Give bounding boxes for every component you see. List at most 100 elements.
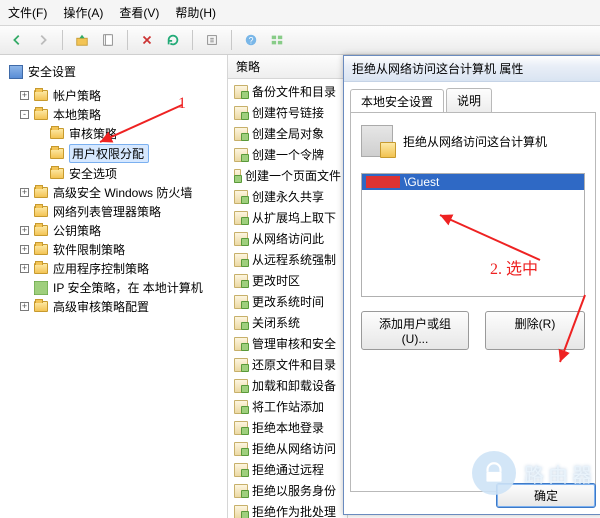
policy-item[interactable]: 创建符号链接 — [228, 102, 347, 123]
expand-icon[interactable]: + — [20, 264, 29, 273]
policy-item-label: 拒绝以服务身份 — [252, 482, 336, 499]
policy-item-label: 创建永久共享 — [252, 188, 324, 205]
users-listbox[interactable]: \Guest — [361, 173, 585, 297]
policy-item[interactable]: 拒绝作为批处理 — [228, 501, 347, 518]
policy-item[interactable]: 备份文件和目录 — [228, 81, 347, 102]
policy-item-label: 创建一个令牌 — [252, 146, 324, 163]
policy-item[interactable]: 管理审核和安全 — [228, 333, 347, 354]
policy-item-icon — [234, 190, 248, 204]
tree-node-pubkey[interactable]: + 公钥策略 — [18, 221, 225, 240]
tree-root[interactable]: 安全设置 — [2, 61, 225, 86]
dialog-heading: 拒绝从网络访问这台计算机 — [403, 133, 547, 150]
policy-item-label: 创建一个页面文件 — [245, 167, 341, 184]
policy-item-icon — [234, 253, 248, 267]
tree-label: 软件限制策略 — [53, 241, 125, 258]
folder-icon — [49, 146, 65, 162]
tree-node-account-policy[interactable]: + 帐户策略 — [18, 86, 225, 105]
policy-item[interactable]: 创建永久共享 — [228, 186, 347, 207]
folder-icon — [33, 299, 49, 315]
policy-item[interactable]: 更改系统时间 — [228, 291, 347, 312]
policy-item[interactable]: 拒绝本地登录 — [228, 417, 347, 438]
policy-item-label: 更改时区 — [252, 272, 300, 289]
toolbar-separator — [192, 30, 193, 50]
policy-item-label: 拒绝作为批处理 — [252, 503, 336, 518]
policy-item-label: 拒绝本地登录 — [252, 419, 324, 436]
policy-item[interactable]: 创建一个页面文件 — [228, 165, 347, 186]
tree-node-swrestrict[interactable]: + 软件限制策略 — [18, 240, 225, 259]
policy-item-label: 从扩展坞上取下 — [252, 209, 336, 226]
policy-item[interactable]: 拒绝通过远程 — [228, 459, 347, 480]
tree-node-firewall[interactable]: + 高级安全 Windows 防火墙 — [18, 183, 225, 202]
policy-item[interactable]: 从远程系统强制 — [228, 249, 347, 270]
watermark: 路由器 — [472, 451, 596, 495]
properties-dialog: 拒绝从网络访问这台计算机 属性 本地安全设置 说明 拒绝从网络访问这台计算机 \… — [343, 55, 600, 515]
properties-button[interactable] — [97, 29, 119, 51]
help-button[interactable]: ? — [240, 29, 262, 51]
tab-explain[interactable]: 说明 — [446, 88, 492, 112]
dialog-title: 拒绝从网络访问这台计算机 属性 — [352, 60, 523, 77]
export-button[interactable] — [201, 29, 223, 51]
folder-icon — [33, 204, 49, 220]
policy-item-icon — [234, 505, 248, 518]
policy-item-icon — [234, 400, 248, 414]
spacer — [36, 149, 45, 158]
menu-file[interactable]: 文件(F) — [8, 4, 47, 21]
tree-node-netlist[interactable]: 网络列表管理器策略 — [18, 202, 225, 221]
dialog-tabstrip: 本地安全设置 说明 — [344, 82, 600, 112]
remove-button[interactable]: 删除(R) — [485, 311, 585, 350]
policy-item[interactable]: 关闭系统 — [228, 312, 347, 333]
menu-view[interactable]: 查看(V) — [119, 4, 159, 21]
tree-node-audit-policy[interactable]: 审核策略 — [34, 124, 225, 143]
policy-item[interactable]: 从网络访问此 — [228, 228, 347, 249]
folder-icon — [33, 261, 49, 277]
expand-icon[interactable]: + — [20, 226, 29, 235]
dialog-tab-content: 拒绝从网络访问这台计算机 \Guest 添加用户或组(U)... 删除(R) — [350, 112, 596, 492]
tree-node-local-policy[interactable]: - 本地策略 — [18, 105, 225, 124]
add-user-group-button[interactable]: 添加用户或组(U)... — [361, 311, 469, 350]
redacted-block — [366, 176, 400, 188]
list-item[interactable]: \Guest — [362, 174, 584, 190]
policy-column-header[interactable]: 策略 — [228, 55, 347, 79]
tab-local-security[interactable]: 本地安全设置 — [350, 89, 444, 113]
policy-item-icon — [234, 127, 248, 141]
view-mode-button[interactable] — [266, 29, 288, 51]
policy-item-icon — [234, 274, 248, 288]
tree-node-user-rights[interactable]: 用户权限分配 — [34, 143, 225, 164]
expand-icon[interactable]: + — [20, 302, 29, 311]
collapse-icon[interactable]: - — [20, 110, 29, 119]
dialog-titlebar[interactable]: 拒绝从网络访问这台计算机 属性 — [344, 56, 600, 82]
tree-label: 公钥策略 — [53, 222, 101, 239]
nav-forward-button[interactable] — [32, 29, 54, 51]
policy-item-label: 还原文件和目录 — [252, 356, 336, 373]
tree-root-label: 安全设置 — [28, 63, 76, 80]
policy-item[interactable]: 从扩展坞上取下 — [228, 207, 347, 228]
menu-action[interactable]: 操作(A) — [63, 4, 103, 21]
policy-item[interactable]: 加载和卸载设备 — [228, 375, 347, 396]
policy-item[interactable]: 还原文件和目录 — [228, 354, 347, 375]
svg-text:?: ? — [249, 36, 254, 46]
tree-node-appctrl[interactable]: + 应用程序控制策略 — [18, 259, 225, 278]
policy-item[interactable]: 更改时区 — [228, 270, 347, 291]
tree-node-security-options[interactable]: 安全选项 — [34, 164, 225, 183]
policy-item[interactable]: 创建全局对象 — [228, 123, 347, 144]
expand-icon[interactable]: + — [20, 188, 29, 197]
menu-help[interactable]: 帮助(H) — [175, 4, 216, 21]
delete-button[interactable] — [136, 29, 158, 51]
expand-icon[interactable]: + — [20, 91, 29, 100]
policy-item-label: 备份文件和目录 — [252, 83, 336, 100]
policy-item[interactable]: 创建一个令牌 — [228, 144, 347, 165]
tree-node-ipsec[interactable]: IP 安全策略，在 本地计算机 — [18, 278, 225, 297]
tree-node-advaudit[interactable]: + 高级审核策略配置 — [18, 297, 225, 316]
refresh-button[interactable] — [162, 29, 184, 51]
policy-item[interactable]: 拒绝以服务身份 — [228, 480, 347, 501]
expand-icon[interactable]: + — [20, 245, 29, 254]
policy-item-label: 拒绝通过远程 — [252, 461, 324, 478]
policy-item-icon — [234, 85, 248, 99]
up-button[interactable] — [71, 29, 93, 51]
tree-label: 网络列表管理器策略 — [53, 203, 161, 220]
policy-item[interactable]: 将工作站添加 — [228, 396, 347, 417]
nav-back-button[interactable] — [6, 29, 28, 51]
folder-icon — [33, 88, 49, 104]
watermark-text: 路由器 — [524, 459, 596, 488]
policy-item[interactable]: 拒绝从网络访问 — [228, 438, 347, 459]
